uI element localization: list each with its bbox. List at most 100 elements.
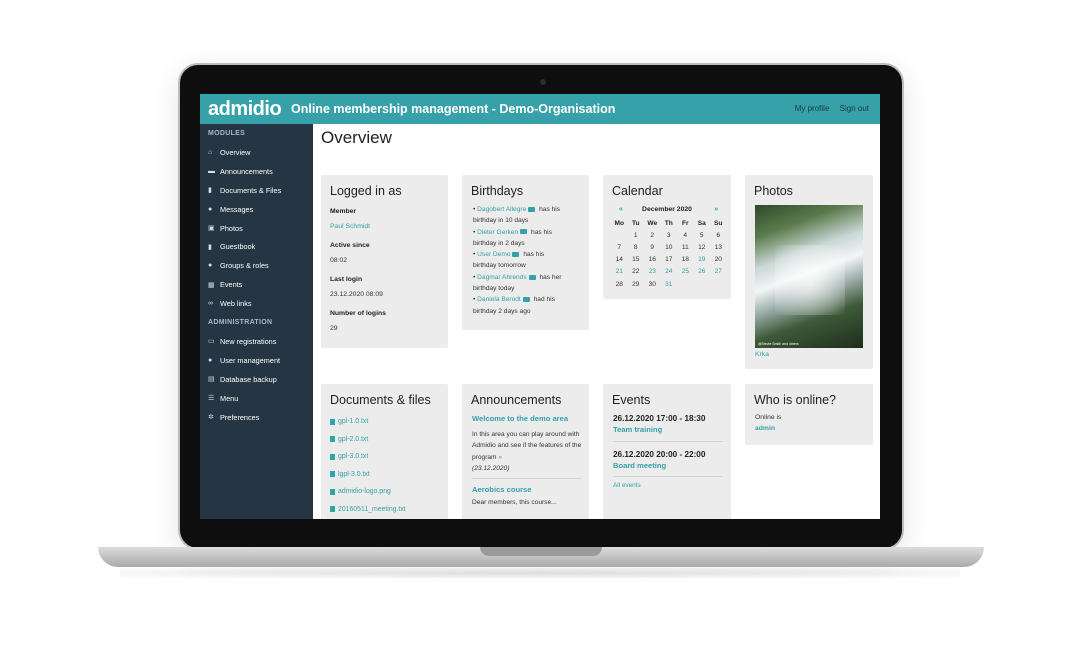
- birthday-item: • Dieter Gerken has his birthday in 2 day…: [473, 228, 552, 247]
- sidebar-item-groups[interactable]: ● Groups & roles: [200, 256, 313, 275]
- member-link[interactable]: Paul Schmidt: [330, 221, 386, 232]
- calendar-event-day[interactable]: 19: [694, 254, 711, 266]
- calendar-event-day[interactable]: 31: [661, 278, 678, 290]
- announcement-text: In this area you can play around with Ad…: [472, 429, 582, 463]
- birthday-name-link[interactable]: Dagmar Ahrends: [477, 274, 526, 281]
- card-title: Events: [612, 393, 651, 407]
- sidebar-item-photos[interactable]: ▣ Photos: [200, 219, 313, 238]
- logged-in-card: Logged in as Member Paul Schmidt Active …: [321, 175, 448, 348]
- photos-card: Photos @Stevie Smith and others Krka: [745, 175, 873, 369]
- mail-icon[interactable]: [512, 251, 520, 257]
- book-icon: ▮: [208, 243, 212, 251]
- birthday-name-link[interactable]: Dieter Gerken: [477, 229, 518, 236]
- birthday-item: • Dagobert Allegre has his birthday in 10…: [473, 206, 561, 225]
- sidebar-item-label: Messages: [220, 204, 254, 214]
- calendar-card: Calendar « December 2020 » Mo Tu We Th F…: [603, 175, 731, 299]
- calendar-next-button[interactable]: »: [714, 206, 718, 213]
- birthday-pre: has her: [539, 273, 562, 281]
- document-link[interactable]: lgpl-3.0.txt: [330, 466, 406, 484]
- calendar-event-day[interactable]: 27: [710, 266, 727, 278]
- app-screen: admidio Online membership management - D…: [200, 94, 880, 519]
- sidebar-item-label: Groups & roles: [220, 261, 269, 271]
- birthday-pre: has his: [523, 251, 545, 259]
- calendar-event-day[interactable]: 23: [644, 266, 661, 278]
- calendar-day: 1: [633, 231, 638, 239]
- calendar-day: 29: [632, 280, 640, 288]
- document-link[interactable]: gpl-2.0.txt: [330, 431, 406, 449]
- weekday-header: Tu: [631, 219, 640, 227]
- calendar-event-day[interactable]: 24: [661, 266, 678, 278]
- sidebar-item-preferences[interactable]: ✲ Preferences: [200, 408, 313, 427]
- calendar-event-day[interactable]: 26: [694, 266, 711, 278]
- calendar-grid: Mo Tu We Th Fr Sa Su 1 2 3 4 5 6 7 8 9 1…: [611, 217, 727, 290]
- sidebar-item-label: Database backup: [220, 374, 277, 384]
- mail-icon[interactable]: [528, 206, 536, 212]
- document-link[interactable]: gpl-1.0.txt: [330, 413, 406, 431]
- admidio-logo[interactable]: admidio: [208, 98, 282, 121]
- birthdays-card: Birthdays • Dagobert Allegre has his birt…: [462, 175, 589, 330]
- announcement-body: In this area you can play around with Ad…: [472, 431, 582, 461]
- waterfall-photo[interactable]: @Stevie Smith and others: [755, 205, 863, 348]
- event-link[interactable]: Board meeting: [613, 461, 723, 470]
- sidebar-item-overview[interactable]: ⌂ Overview: [200, 143, 313, 162]
- active-since-value: 08:02: [330, 257, 348, 264]
- sidebar-item-new-registrations[interactable]: ▭ New registrations: [200, 332, 313, 351]
- calendar-event-day[interactable]: 21: [611, 266, 628, 278]
- sidebar-item-messages[interactable]: ● Messages: [200, 200, 313, 219]
- all-events-link[interactable]: All events: [613, 482, 723, 489]
- calendar-day: 5: [699, 231, 704, 239]
- weekday-header: We: [647, 219, 658, 227]
- sidebar-item-menu[interactable]: ☰ Menu: [200, 389, 313, 408]
- calendar-day: 7: [617, 243, 622, 251]
- sidebar-item-user-management[interactable]: ● User management: [200, 351, 313, 370]
- calendar-day: 9: [650, 243, 655, 251]
- sidebar-item-weblinks[interactable]: ∞ Web links: [200, 294, 313, 313]
- document-name: gpl-1.0.txt: [338, 418, 369, 426]
- calendar-event-day[interactable]: 25: [677, 266, 694, 278]
- sign-out-link[interactable]: Sign out: [840, 104, 869, 113]
- online-user-link[interactable]: admin: [755, 425, 775, 432]
- divider: [613, 476, 723, 477]
- weekday-header: Fr: [681, 219, 689, 227]
- sidebar-item-events[interactable]: ▦ Events: [200, 275, 313, 294]
- image-file-icon: [330, 488, 335, 495]
- my-profile-link[interactable]: My profile: [795, 104, 830, 113]
- document-link[interactable]: 20160511_meeting.txt: [330, 501, 406, 519]
- birthday-name-link[interactable]: User Demo: [477, 251, 510, 258]
- birthday-item: • Daniela Berodt had his birthday 2 days …: [473, 296, 555, 315]
- user-group-icon: ●: [208, 356, 213, 364]
- announcement-title-link[interactable]: Welcome to the demo area: [472, 413, 582, 424]
- calendar-day: 28: [615, 280, 623, 288]
- sidebar-item-guestbook[interactable]: ▮ Guestbook: [200, 237, 313, 256]
- top-links: My profile Sign out: [787, 104, 869, 113]
- gear-icon: ✲: [208, 414, 214, 422]
- sidebar-item-label: Web links: [220, 299, 252, 309]
- calendar-day: 6: [716, 231, 721, 239]
- mail-icon[interactable]: [522, 297, 530, 303]
- card-title: Photos: [754, 184, 793, 198]
- calendar-day: 8: [633, 243, 638, 251]
- sidebar-item-announcements[interactable]: ▬ Announcements: [200, 162, 313, 181]
- birthday-post: birthday today: [473, 285, 515, 293]
- calendar-day: 15: [632, 256, 640, 264]
- sidebar-item-database-backup[interactable]: ▤ Database backup: [200, 370, 313, 389]
- document-name: gpl-3.0.txt: [338, 453, 369, 461]
- sidebar-item-label: New registrations: [220, 336, 277, 346]
- sidebar-item-documents[interactable]: ▮ Documents & Files: [200, 181, 313, 200]
- birthday-name-link[interactable]: Daniela Berodt: [477, 296, 521, 303]
- mail-icon[interactable]: [528, 274, 536, 280]
- calendar-day: 20: [714, 256, 722, 264]
- document-link[interactable]: gpl-3.0.txt: [330, 448, 406, 466]
- document-link[interactable]: admidio-logo.png: [330, 483, 406, 501]
- modules-header: MODULES: [208, 130, 246, 137]
- announcements-card: Announcements Welcome to the demo area I…: [462, 384, 589, 519]
- birthday-name-link[interactable]: Dagobert Allegre: [477, 206, 526, 213]
- photo-album-link[interactable]: Krka: [755, 351, 769, 358]
- card-title: Announcements: [471, 393, 562, 407]
- read-more-link[interactable]: »: [498, 454, 502, 461]
- calendar-day: [677, 278, 694, 290]
- mail-icon[interactable]: [520, 229, 528, 235]
- site-title[interactable]: Online membership management - Demo-Orga…: [291, 102, 615, 116]
- event-link[interactable]: Team training: [613, 425, 723, 434]
- announcement-title-link[interactable]: Aerobics course: [472, 485, 582, 494]
